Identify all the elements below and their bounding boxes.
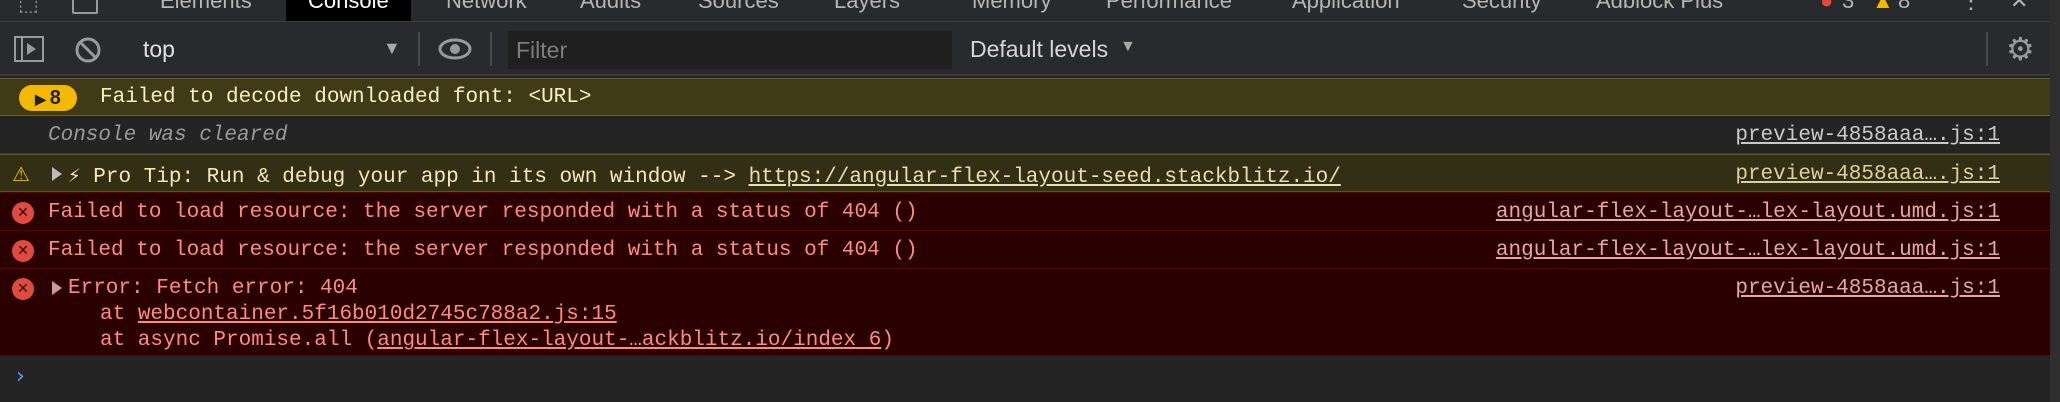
close-devtools-icon[interactable]: ✕ — [2010, 0, 2028, 21]
inspect-element-icon[interactable]: ⬚ — [18, 0, 39, 16]
clear-console-icon[interactable] — [74, 36, 102, 64]
error-icon: ✕ — [12, 278, 34, 300]
tab-audits[interactable]: Audits — [580, 0, 641, 21]
console-message-fetch-error[interactable]: ✕ Error: Fetch error: 404 preview-4858aa… — [0, 268, 2060, 356]
tab-security[interactable]: Security — [1462, 0, 1541, 21]
console-message-cleared: Console was cleared preview-4858aaa….js:… — [0, 116, 2060, 154]
message-count-badge: ▶ 8 — [19, 85, 77, 111]
tab-layers[interactable]: Layers — [834, 0, 900, 21]
device-toolbar-icon[interactable] — [72, 0, 98, 14]
live-expression-eye-icon[interactable] — [438, 38, 472, 60]
stack-frame: at async Promise.all (angular-flex-layou… — [100, 329, 894, 352]
context-dropdown-icon[interactable]: ▼ — [383, 38, 401, 59]
toolbar-divider — [1986, 32, 1988, 66]
context-selector[interactable]: top — [143, 36, 175, 63]
filter-input[interactable] — [508, 31, 952, 69]
error-icon: ✕ — [12, 202, 34, 224]
source-link[interactable]: angular-flex-layout-…lex-layout.umd.js:1 — [1496, 239, 2000, 262]
console-message-error: ✕ Failed to load resource: the server re… — [0, 192, 2060, 230]
tab-adblock-plus[interactable]: Adblock Plus — [1596, 0, 1723, 21]
tab-network[interactable]: Network — [446, 0, 527, 21]
warning-count-icon[interactable]: ▲ — [1872, 0, 1894, 21]
console-message-text: Error: Fetch error: 404 — [68, 277, 358, 300]
console-message-text: Failed to load resource: the server resp… — [48, 239, 918, 262]
error-icon: ✕ — [12, 240, 34, 262]
warning-url-link[interactable]: https://angular-flex-layout-seed.stackbl… — [749, 166, 1341, 189]
error-count[interactable]: 3 — [1842, 0, 1854, 21]
error-count-icon[interactable]: ● — [1820, 0, 1833, 21]
console-message-warning[interactable]: ⚠ ⚡ Pro Tip: Run & debug your app in its… — [0, 154, 2060, 192]
show-sidebar-icon[interactable] — [14, 36, 44, 62]
source-link[interactable]: preview-4858aaa….js:1 — [1735, 277, 2000, 300]
console-settings-gear-icon[interactable]: ⚙ — [2006, 30, 2035, 68]
tab-elements[interactable]: Elements — [160, 0, 252, 21]
source-link[interactable]: preview-4858aaa….js:1 — [1735, 124, 2000, 147]
scrollbar[interactable] — [2050, 0, 2060, 402]
stack-frame: at webcontainer.5f16b010d2745c788a2.js:1… — [100, 303, 617, 326]
tab-sources[interactable]: Sources — [698, 0, 779, 21]
tab-application[interactable]: Application — [1292, 0, 1400, 21]
expand-triangle-icon[interactable] — [52, 281, 62, 295]
tab-performance[interactable]: Performance — [1106, 0, 1232, 21]
stack-frame-link[interactable]: webcontainer.5f16b010d2745c788a2.js:15 — [138, 303, 617, 326]
console-message-group[interactable]: ▶ 8 Failed to decode downloaded font: <U… — [0, 78, 2060, 116]
console-message-text: ⚡ Pro Tip: Run & debug your app in its o… — [68, 166, 1341, 189]
console-message-text: Console was cleared — [48, 124, 288, 147]
warning-icon: ⚠ — [12, 162, 30, 186]
toolbar-divider — [490, 32, 492, 66]
levels-dropdown-icon[interactable]: ▼ — [1120, 38, 1136, 56]
tab-console[interactable]: Console — [286, 0, 411, 21]
source-link[interactable]: angular-flex-layout-…lex-layout.umd.js:1 — [1496, 201, 2000, 224]
devtools-tab-bar: ⬚ Elements Console Network Audits Source… — [0, 0, 2060, 22]
toolbar-divider — [418, 32, 420, 66]
console-message-text: Failed to decode downloaded font: <URL> — [100, 86, 592, 109]
expand-triangle-icon[interactable] — [52, 167, 62, 181]
console-toolbar: top ▼ Default levels ▼ ⚙ — [0, 22, 2060, 76]
stack-frame-link[interactable]: angular-flex-layout-…ackblitz.io/index 6 — [377, 329, 881, 352]
console-prompt-chevron-icon[interactable]: › — [16, 364, 25, 389]
console-message-text: Failed to load resource: the server resp… — [48, 201, 918, 224]
tab-memory[interactable]: Memory — [972, 0, 1051, 21]
console-message-error: ✕ Failed to load resource: the server re… — [0, 230, 2060, 268]
warning-count[interactable]: 8 — [1898, 0, 1910, 21]
more-menu-icon[interactable]: ⋮ — [1960, 0, 1982, 21]
log-levels-dropdown[interactable]: Default levels — [970, 36, 1108, 63]
source-link[interactable]: preview-4858aaa….js:1 — [1735, 163, 2000, 186]
